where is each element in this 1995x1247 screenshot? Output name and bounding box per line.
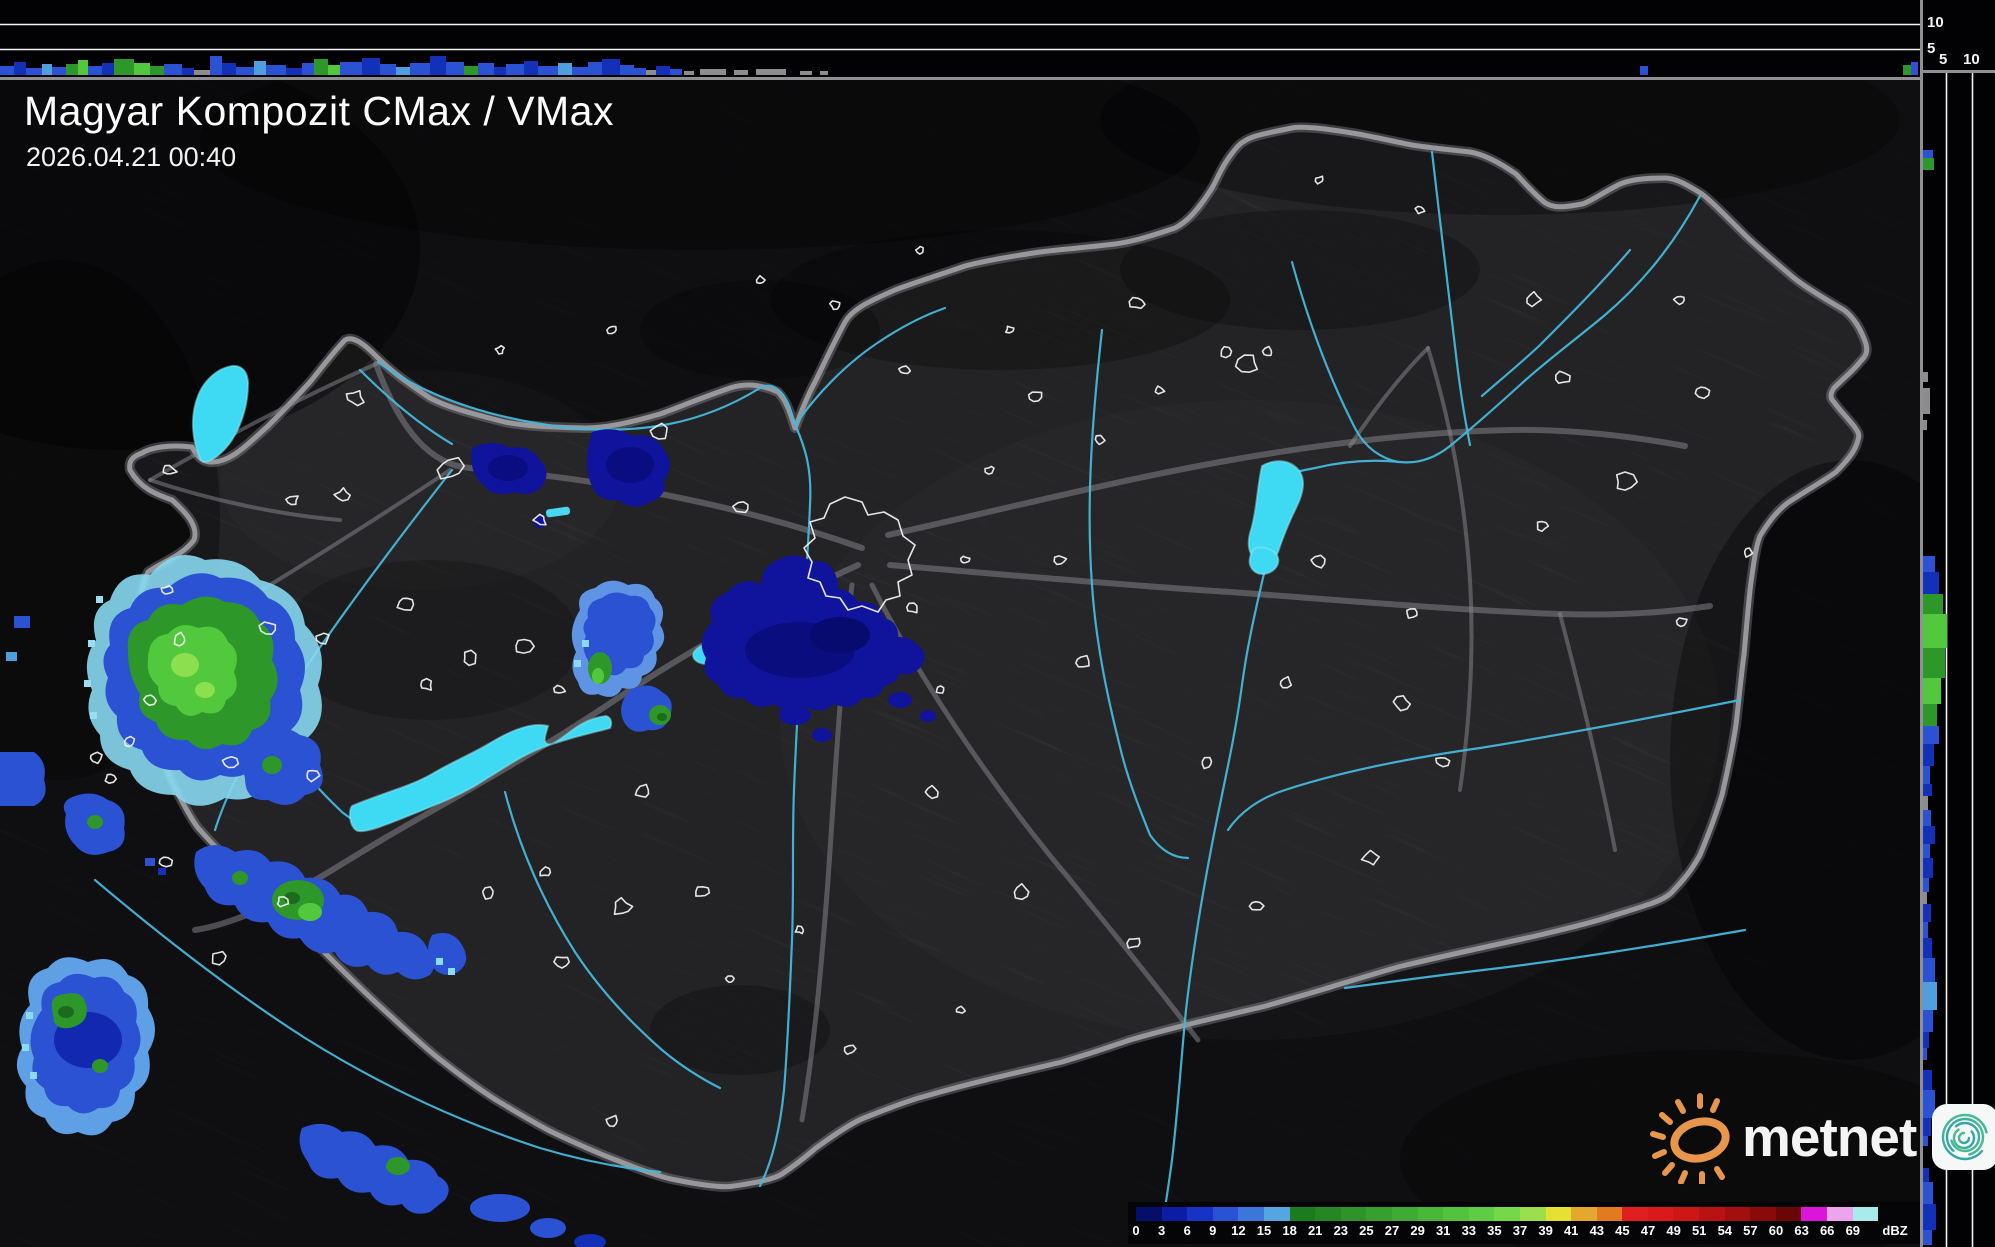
colorbar-segment	[1673, 1207, 1700, 1221]
colorbar-segment	[1212, 1207, 1239, 1221]
right-axis-label-10: 10	[1963, 51, 1980, 68]
colorbar-segment	[1161, 1207, 1188, 1221]
colorbar-tick-label: 54	[1717, 1223, 1733, 1238]
colorbar-tick-label: 25	[1359, 1223, 1374, 1238]
colorbar-tick-label: 49	[1666, 1223, 1681, 1238]
colorbar-tick-label: 3	[1157, 1223, 1166, 1238]
colorbar-segment	[1136, 1207, 1162, 1221]
colorbar-segment	[1571, 1207, 1597, 1221]
right-axis-label-5: 5	[1939, 51, 1948, 68]
colorbar-tick-label: 57	[1743, 1223, 1758, 1238]
colorbar-tick-label: 15	[1256, 1223, 1272, 1238]
dbz-colorbar-swatches	[1136, 1207, 1879, 1221]
hungary-radar-map	[0, 80, 1920, 1247]
colorbar-tick-label: 60	[1768, 1223, 1784, 1238]
profile-axis-corner: 10 5 5 10	[1923, 0, 1995, 73]
colorbar-segment	[1852, 1207, 1879, 1221]
dbz-colorbar: 0 3 6 9 12 15 18 21 23 25 27 29 31 33 35 37 39 41 43 45 47 49…	[1128, 1202, 1920, 1244]
colorbar-tick-label: 35	[1487, 1223, 1502, 1238]
colorbar-tick-label: 33	[1461, 1223, 1477, 1238]
right-panel-gridlines	[1945, 73, 1974, 1247]
top-axis-label-10: 10	[1927, 14, 1944, 31]
top-panel-echo-profile	[0, 56, 1918, 75]
right-panel-echo-profile	[1923, 150, 1947, 1245]
colorbar-segment	[1827, 1207, 1853, 1221]
colorbar-tick-label: 0	[1132, 1223, 1140, 1238]
metnet-logo: metnet	[1650, 1090, 1995, 1184]
colorbar-tick-label: 21	[1307, 1223, 1323, 1238]
colorbar-tick-label: 47	[1640, 1223, 1656, 1238]
colorbar-segment	[1724, 1207, 1751, 1221]
colorbar-tick-label: 37	[1512, 1223, 1528, 1238]
colorbar-segment	[1494, 1207, 1520, 1221]
colorbar-segment	[1187, 1207, 1213, 1221]
colorbar-segment	[1289, 1207, 1316, 1221]
colorbar-tick-label: 23	[1333, 1223, 1349, 1238]
colorbar-segment	[1468, 1207, 1495, 1221]
colorbar-segment	[1622, 1207, 1648, 1221]
colorbar-tick-label: 51	[1691, 1223, 1707, 1238]
colorbar-segment	[1596, 1207, 1623, 1221]
top-profile-panel	[0, 0, 1920, 80]
colorbar-tick-label: 27	[1384, 1223, 1400, 1238]
map-timestamp: 2026.04.21 00:40	[26, 142, 237, 172]
logo-text: metnet	[1742, 1106, 1917, 1168]
colorbar-segment	[1519, 1207, 1546, 1221]
colorbar-tick-label: 29	[1410, 1223, 1425, 1238]
colorbar-segment	[1238, 1207, 1264, 1221]
colorbar-segment	[1417, 1207, 1444, 1221]
colorbar-tick-label: 39	[1538, 1223, 1553, 1238]
page-title: Magyar Kompozit CMax / VMax	[24, 88, 614, 134]
radar-composite-screen: 10 5 5 10 Magyar Kompozit CMax / VMax 20…	[0, 0, 1995, 1247]
colorbar-tick-label: 6	[1183, 1223, 1191, 1238]
colorbar-tick-label: 69	[1845, 1223, 1861, 1238]
colorbar-tick-label: 63	[1794, 1223, 1809, 1238]
colorbar-tick-label: 9	[1209, 1223, 1217, 1238]
colorbar-tick-label: 12	[1231, 1223, 1246, 1238]
colorbar-tick-label: 66	[1819, 1223, 1835, 1238]
top-panel-gridlines	[0, 23, 1920, 51]
colorbar-segment	[1545, 1207, 1572, 1221]
colorbar-segment	[1801, 1207, 1828, 1221]
colorbar-segment	[1263, 1207, 1290, 1221]
colorbar-segment	[1647, 1207, 1674, 1221]
right-profile-panel: 10 5 5 10	[1920, 0, 1995, 1247]
colorbar-segment	[1699, 1207, 1725, 1221]
colorbar-segment	[1315, 1207, 1341, 1221]
sun-icon	[1650, 1093, 1730, 1184]
right-panel-profile	[1923, 73, 1974, 1247]
metnet-app-icon	[1932, 1104, 1995, 1170]
colorbar-tick-label: 31	[1435, 1223, 1451, 1238]
colorbar-tick-label: 41	[1563, 1223, 1579, 1238]
colorbar-unit-label: dBZ	[1882, 1223, 1908, 1238]
colorbar-tick-label: 43	[1589, 1223, 1605, 1238]
colorbar-segment	[1366, 1207, 1392, 1221]
colorbar-tick-label: 45	[1615, 1223, 1630, 1238]
colorbar-segment	[1443, 1207, 1469, 1221]
top-axis-label-5: 5	[1927, 40, 1936, 57]
colorbar-segment	[1340, 1207, 1367, 1221]
colorbar-segment	[1391, 1207, 1418, 1221]
colorbar-tick-label: 18	[1282, 1223, 1297, 1238]
colorbar-segment	[1775, 1207, 1802, 1221]
colorbar-segment	[1750, 1207, 1776, 1221]
